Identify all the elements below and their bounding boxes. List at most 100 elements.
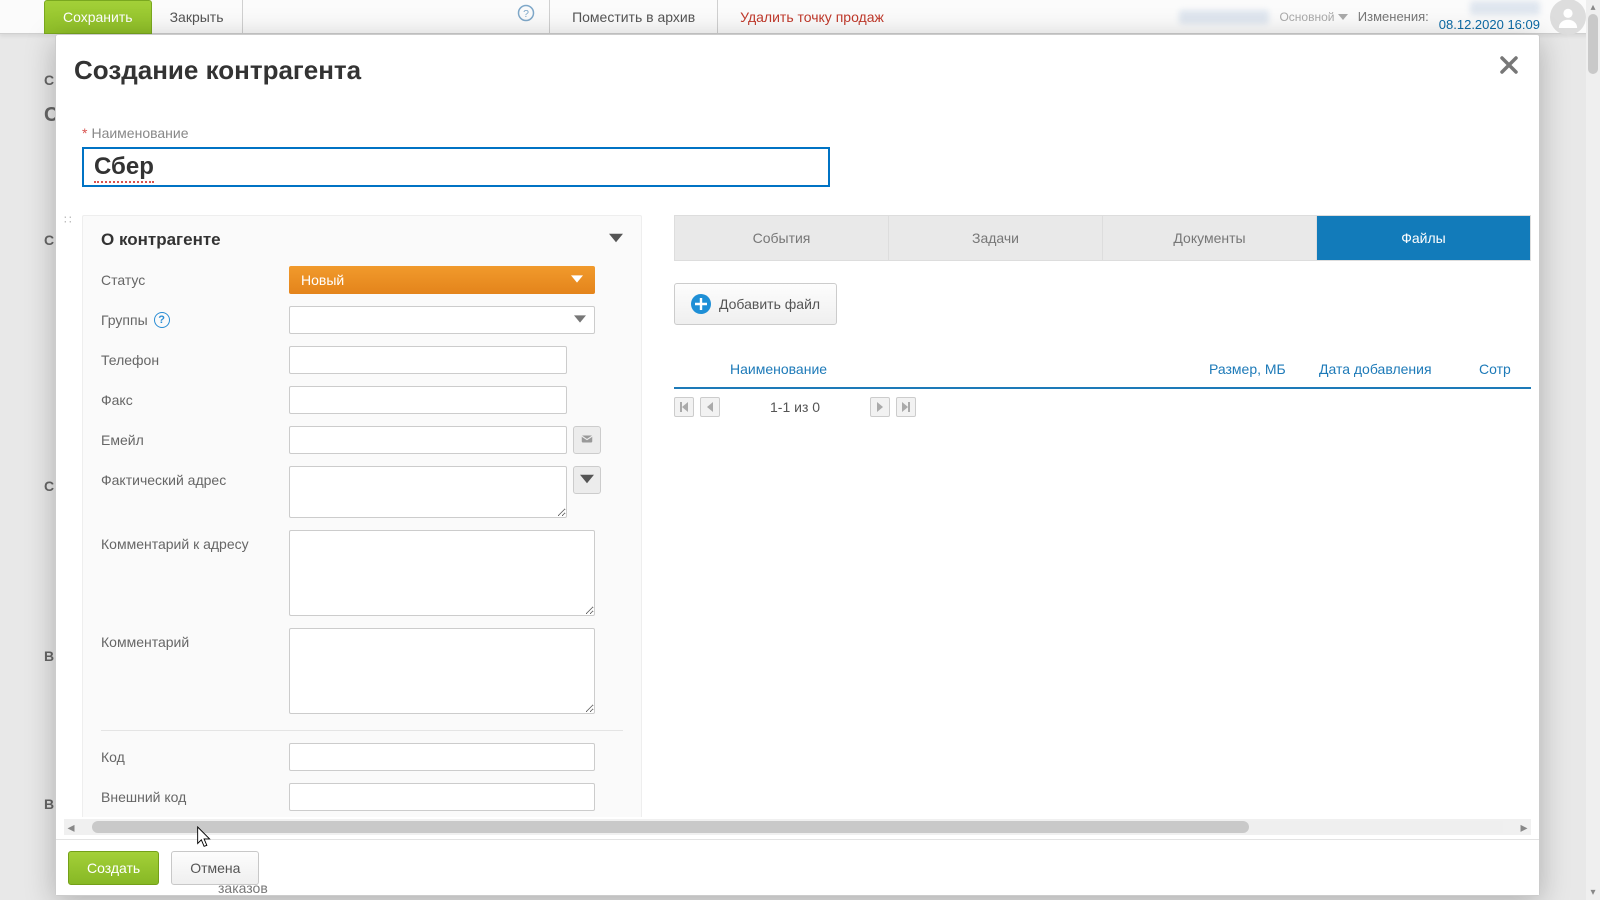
tabs: События Задачи Документы Файлы xyxy=(674,215,1531,261)
col-date[interactable]: Дата добавления xyxy=(1311,351,1471,388)
pager-first-button[interactable] xyxy=(674,397,694,417)
scroll-thumb[interactable] xyxy=(1588,14,1598,74)
comment-textarea[interactable] xyxy=(289,628,595,714)
cancel-label: Отмена xyxy=(190,860,240,876)
tab-tasks[interactable]: Задачи xyxy=(889,216,1103,260)
first-icon xyxy=(679,399,689,415)
avatar[interactable] xyxy=(1550,0,1586,35)
delete-button[interactable]: Удалить точку продаж xyxy=(718,0,906,34)
groups-select[interactable] xyxy=(289,306,595,334)
horizontal-scrollbar[interactable]: ◂ ▸ xyxy=(64,819,1531,835)
help-button[interactable]: ? xyxy=(502,0,550,34)
tab-documents[interactable]: Документы xyxy=(1103,216,1317,260)
scroll-up-icon: ▴ xyxy=(1586,2,1600,13)
archive-label: Поместить в архив xyxy=(572,0,695,34)
changes-user-blur xyxy=(1470,1,1540,15)
pager-last-button[interactable] xyxy=(896,397,916,417)
delete-label: Удалить точку продаж xyxy=(740,0,884,34)
name-value: Сбер xyxy=(94,153,154,183)
address-textarea[interactable] xyxy=(289,466,567,518)
col-label: Дата добавления xyxy=(1319,361,1432,377)
col-check[interactable] xyxy=(674,351,722,388)
scroll-thumb[interactable] xyxy=(92,821,1249,833)
modal-close-button[interactable] xyxy=(1497,53,1521,80)
send-email-button[interactable] xyxy=(573,426,601,454)
email-input[interactable] xyxy=(289,426,567,454)
create-label: Создать xyxy=(87,860,140,876)
status-value: Новый xyxy=(301,272,344,288)
tab-events[interactable]: События xyxy=(675,216,889,260)
tab-label: Задачи xyxy=(972,230,1019,246)
fax-label: Факс xyxy=(101,386,289,408)
col-label: Размер, МБ xyxy=(1209,361,1286,377)
status-select[interactable]: Новый xyxy=(289,266,595,294)
name-label: *Наименование xyxy=(82,125,1513,141)
chevron-down-icon xyxy=(574,312,586,328)
pager-prev-button[interactable] xyxy=(700,397,720,417)
last-icon xyxy=(901,399,911,415)
email-label: Емейл xyxy=(101,426,289,448)
create-button[interactable]: Создать xyxy=(68,851,159,885)
fax-input[interactable] xyxy=(289,386,567,414)
account-selector[interactable]: Основной xyxy=(1279,10,1347,24)
code-input[interactable] xyxy=(289,743,595,771)
col-name[interactable]: Наименование xyxy=(722,351,1201,388)
modal-create-counterparty: Создание контрагента *Наименование Сбер … xyxy=(55,34,1540,896)
close-button[interactable]: Закрыть xyxy=(152,0,243,34)
add-file-button[interactable]: Добавить файл xyxy=(674,283,837,325)
groups-label: Группы? xyxy=(101,306,289,328)
changes-date: 08.12.2020 16:09 xyxy=(1439,17,1540,32)
addr-comment-label: Комментарий к адресу xyxy=(101,530,289,552)
prev-icon xyxy=(705,399,715,415)
groups-label-text: Группы xyxy=(101,312,148,328)
chevron-down-icon xyxy=(580,472,594,489)
col-emp[interactable]: Сотр xyxy=(1471,351,1531,388)
status-label: Статус xyxy=(101,266,289,288)
pager: 1-1 из 0 xyxy=(674,389,1531,425)
phone-input[interactable] xyxy=(289,346,567,374)
about-panel: О контрагенте Статус Новый Г xyxy=(82,215,642,817)
chevron-down-icon xyxy=(609,230,623,250)
address-dropdown-button[interactable] xyxy=(573,466,601,494)
save-button[interactable]: Сохранить xyxy=(44,0,152,34)
changes-label: Изменения: xyxy=(1358,9,1429,24)
app-topbar: Сохранить Закрыть ? Поместить в архив Уд… xyxy=(0,0,1600,34)
extcode-input[interactable] xyxy=(289,783,595,811)
name-label-text: Наименование xyxy=(91,125,188,141)
about-panel-title: О контрагенте xyxy=(101,230,221,250)
help-icon[interactable]: ? xyxy=(154,312,170,328)
required-star: * xyxy=(82,125,87,141)
next-icon xyxy=(875,399,885,415)
about-panel-header[interactable]: О контрагенте xyxy=(83,216,641,260)
scroll-down-icon: ▾ xyxy=(1586,887,1600,898)
modal-title: Создание контрагента xyxy=(56,35,1539,96)
phone-label: Телефон xyxy=(101,346,289,368)
add-file-label: Добавить файл xyxy=(719,296,820,312)
tab-label: События xyxy=(753,230,811,246)
pager-next-button[interactable] xyxy=(870,397,890,417)
extcode-label: Внешний код xyxy=(101,783,289,805)
mail-icon xyxy=(580,432,594,449)
tab-files[interactable]: Файлы xyxy=(1317,216,1530,260)
addr-comment-textarea[interactable] xyxy=(289,530,595,616)
archive-button[interactable]: Поместить в архив xyxy=(550,0,718,34)
page-scrollbar[interactable]: ▴ ▾ xyxy=(1586,0,1600,900)
user-name-blur xyxy=(1179,10,1269,24)
account-selector-label: Основной xyxy=(1279,10,1334,24)
save-label: Сохранить xyxy=(63,0,133,34)
name-input[interactable]: Сбер xyxy=(82,147,830,187)
plus-circle-icon xyxy=(691,294,711,314)
divider xyxy=(101,730,623,731)
col-label: Сотр xyxy=(1479,361,1511,377)
help-icon: ? xyxy=(517,0,535,34)
scroll-track[interactable] xyxy=(92,821,1503,833)
drag-handle-icon[interactable]: ∷ xyxy=(64,213,74,227)
bg-text: заказов xyxy=(218,880,268,896)
topbar-right: Основной Изменения: 08.12.2020 16:09 xyxy=(1165,0,1600,34)
scroll-left-icon: ◂ xyxy=(64,820,78,834)
files-table: Наименование Размер, МБ Дата добавления … xyxy=(674,351,1531,389)
col-size[interactable]: Размер, МБ xyxy=(1201,351,1311,388)
right-panel: События Задачи Документы Файлы Добавить … xyxy=(674,215,1531,817)
tab-label: Документы xyxy=(1173,230,1245,246)
col-label: Наименование xyxy=(730,361,827,377)
